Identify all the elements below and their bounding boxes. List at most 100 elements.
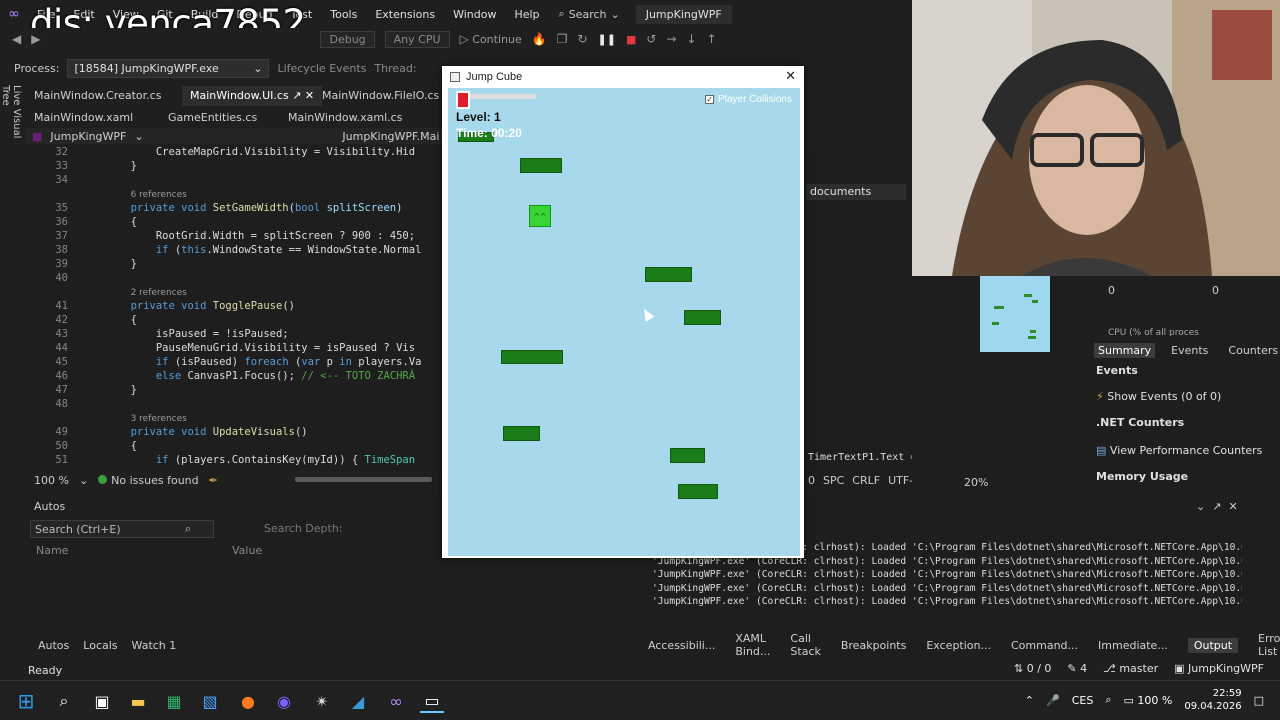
autos-search-input[interactable]: Search (Ctrl+E) ⌕ [30,520,214,538]
game-canvas[interactable]: Level: 1 Time: 00:20 ✓ Player Collisions … [448,88,800,556]
platform-dropdown[interactable]: Any CPU [384,30,450,48]
tab-breakpoints[interactable]: Breakpoints [841,639,907,652]
close-icon[interactable]: ✕ [1228,500,1237,513]
code-line[interactable]: 42 { [26,314,137,328]
pause-icon[interactable]: ❚❚ [598,33,616,46]
code-line[interactable]: 47 } [26,384,137,398]
config-dropdown[interactable]: Debug [320,30,375,48]
task-view-icon[interactable]: ▣ [90,689,114,713]
vscode-icon[interactable]: ◢ [346,689,370,713]
tab-autos[interactable]: Autos [38,639,69,652]
menu-item-extensions[interactable]: Extensions [366,8,444,21]
code-line[interactable]: 3 references [26,412,187,426]
branch-indicator[interactable]: ⎇ master [1103,662,1158,675]
code-editor[interactable]: 32 CreateMapGrid.Visibility = Visibility… [26,146,442,470]
search-menu[interactable]: ⌕ Search ⌄ [549,7,630,21]
step-out-icon[interactable]: ↑ [707,32,717,46]
tab-summary[interactable]: Summary [1094,342,1156,358]
solution-name[interactable]: JumpKingWPF [635,4,732,24]
code-line[interactable]: 6 references [26,188,187,202]
code-line[interactable]: 49 private void UpdateVisuals() [26,426,307,440]
tab-output[interactable]: Output [1187,637,1239,653]
jump-cube-app-icon[interactable]: ▭ [420,689,444,713]
code-line[interactable]: 43 isPaused = !isPaused; [26,328,288,342]
back-icon[interactable]: ◀ [12,32,21,46]
battery-indicator[interactable]: ▭ 100 % [1123,694,1172,707]
notification-icon[interactable]: □ [1254,694,1264,707]
player-collisions-checkbox[interactable]: ✓ Player Collisions [705,94,792,105]
view-performance-counters-link[interactable]: ▤ View Performance Counters [1096,444,1262,457]
code-line[interactable]: 45 if (isPaused) foreach (var p in playe… [26,356,421,370]
firefox-icon[interactable]: ● [236,689,260,713]
discord-icon[interactable]: ◉ [272,689,296,713]
visual-studio-logo-icon[interactable]: ∞ [0,0,28,28]
step-icon[interactable]: → [666,32,676,46]
excel-icon[interactable]: ▦ [162,689,186,713]
pin-icon[interactable]: ↗ [1212,500,1221,513]
stop-icon[interactable]: ■ [626,33,636,46]
tab-accessibili[interactable]: Accessibili... [648,639,715,652]
chatgpt-icon[interactable]: ✴ [310,689,334,713]
lifecycle-events-button[interactable]: Lifecycle Events [277,62,366,75]
changes-indicator[interactable]: ⇅ 0 / 0 [1014,662,1051,675]
live-visual-tree-tab[interactable]: Live Visual Tree [0,85,22,155]
chevron-down-icon[interactable]: ⌄ [1196,500,1205,513]
game-titlebar[interactable]: Jump Cube ✕ [442,66,804,88]
code-line[interactable]: 51 if (players.ContainsKey(myId)) { Time… [26,454,415,468]
project-dropdown[interactable]: JumpKingWPF [50,130,126,143]
process-dropdown[interactable]: [18584] JumpKingWPF.exe ⌄ [67,58,270,78]
search-icon[interactable]: ⌕ [52,689,76,713]
windows-start-icon[interactable]: ⊞ [14,689,38,713]
tab-immediate[interactable]: Immediate... [1098,639,1168,652]
tab-command[interactable]: Command... [1011,639,1078,652]
code-line[interactable]: 37 RootGrid.Width = splitScreen ? 900 : … [26,230,415,244]
diagnostic-zoom[interactable]: 20% [964,476,988,489]
menu-item-tools[interactable]: Tools [321,8,366,21]
restart-icon[interactable]: ↺ [646,32,656,46]
brush-icon[interactable]: ✒ [209,474,218,487]
tab-exception[interactable]: Exception... [926,639,991,652]
tab-counters[interactable]: Counters [1224,343,1280,358]
code-line[interactable]: 50 { [26,440,137,454]
tab-mainwindow-creator[interactable]: MainWindow.Creator.cs [26,86,169,106]
documents-dropdown[interactable]: documents [806,184,906,200]
show-events-link[interactable]: ⚡ Show Events (0 of 0) [1096,390,1221,403]
code-line[interactable]: 41 private void TogglePause() [26,300,295,314]
code-line[interactable]: 44 PauseMenuGrid.Visibility = isPaused ?… [26,342,415,356]
code-line[interactable]: 38 if (this.WindowState == WindowState.N… [26,244,421,258]
code-line[interactable]: 48 [26,398,80,412]
edits-indicator[interactable]: ✎ 4 [1067,662,1087,675]
menu-item-help[interactable]: Help [505,8,548,21]
tab-mainwindow-xaml[interactable]: MainWindow.xaml [26,108,141,128]
tab-gameentities[interactable]: GameEntities.cs [160,108,265,128]
clock[interactable]: 22:59 09.04.2026 [1184,687,1241,713]
code-line[interactable]: 40 [26,272,80,286]
code-line[interactable]: 35 private void SetGameWidth(bool splitS… [26,202,402,216]
pin-icon[interactable]: ↗ [292,89,301,102]
issues-indicator[interactable]: No issues found [98,474,199,487]
tab-error-list[interactable]: Error List [1258,632,1280,658]
chevron-up-icon[interactable]: ⌃ [1025,694,1034,707]
browse-icon[interactable]: ❐ [557,32,568,46]
close-icon[interactable]: ✕ [305,89,314,102]
tab-mainwindow-fileio[interactable]: MainWindow.FileIO.cs [314,86,447,106]
tab-events[interactable]: Events [1167,343,1212,358]
menu-item-window[interactable]: Window [444,8,505,21]
forward-icon[interactable]: ▶ [31,32,40,46]
code-line[interactable]: 46 else CanvasP1.Focus(); // <-- TOTO ZA… [26,370,415,384]
tab-xaml-bind[interactable]: XAML Bind... [735,632,770,658]
repo-indicator[interactable]: ▣ JumpKingWPF [1174,662,1264,675]
code-line[interactable]: 2 references [26,286,187,300]
class-dropdown[interactable]: JumpKingWPF.Mai [342,130,439,143]
continue-button[interactable]: ▷ Continue [460,32,522,46]
code-line[interactable]: 39 } [26,258,137,272]
code-line[interactable]: 33 } [26,160,137,174]
horizontal-scrollbar[interactable] [295,477,432,482]
refresh-icon[interactable]: ↻ [577,32,587,46]
hot-reload-icon[interactable]: 🔥 [532,32,547,46]
wifi-icon[interactable]: ⌕ [1105,693,1111,707]
close-icon[interactable]: ✕ [785,68,796,84]
zoom-level[interactable]: 100 % [34,474,69,487]
code-line[interactable]: 32 CreateMapGrid.Visibility = Visibility… [26,146,415,160]
tab-locals[interactable]: Locals [83,639,117,652]
